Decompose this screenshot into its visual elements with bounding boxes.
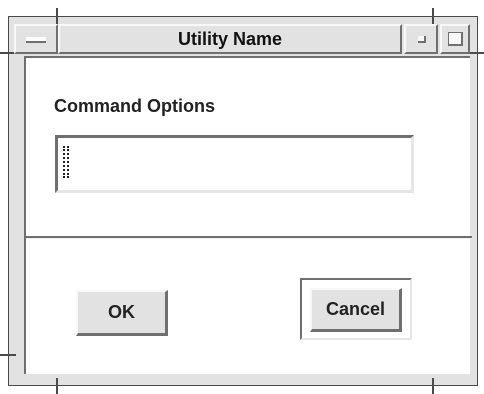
dialog-body: Command Options OK Cancel (24, 56, 472, 374)
text-cursor (63, 146, 69, 178)
cancel-button[interactable]: Cancel (310, 288, 402, 332)
frame-resize-handle-bottom-right[interactable] (432, 378, 434, 394)
frame-resize-handle-bottom-left[interactable] (56, 378, 58, 394)
minimize-icon (418, 36, 426, 43)
default-button-ring: Cancel (300, 278, 412, 340)
command-options-input[interactable] (55, 135, 414, 193)
frame-resize-handle-lower-left[interactable] (0, 354, 16, 356)
window-menu-button[interactable] (14, 24, 58, 54)
command-options-label: Command Options (54, 96, 215, 116)
window-menu-icon (26, 37, 46, 43)
window-title[interactable]: Utility Name (58, 24, 402, 54)
separator-line (26, 236, 472, 239)
ok-button[interactable]: OK (76, 290, 168, 336)
frame-resize-handle-top-left[interactable] (56, 8, 58, 24)
maximize-button[interactable] (440, 24, 470, 54)
title-bar[interactable]: Utility Name (14, 24, 474, 56)
frame-resize-handle-top-right[interactable] (432, 8, 434, 24)
maximize-icon (448, 32, 463, 46)
minimize-button[interactable] (404, 24, 438, 54)
